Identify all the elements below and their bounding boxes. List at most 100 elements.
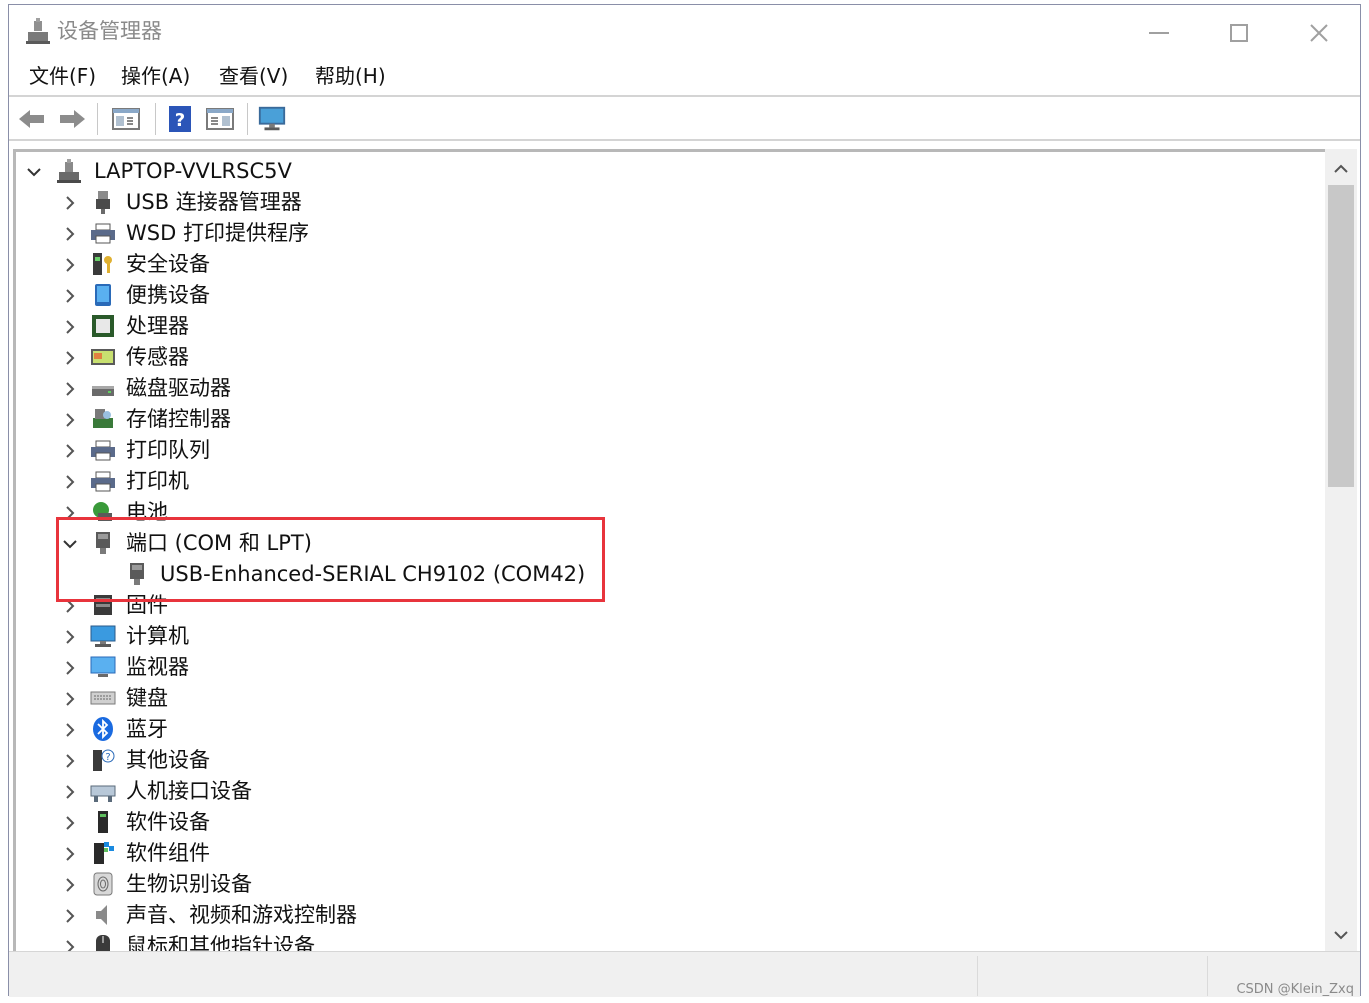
tree-child-item[interactable]: USB-Enhanced-SERIAL CH9102 (COM42) [16, 559, 616, 590]
chevron-right-icon[interactable] [62, 257, 78, 273]
chevron-right-icon[interactable] [62, 660, 78, 676]
chevron-right-icon[interactable] [62, 629, 78, 645]
maximize-icon [1230, 24, 1248, 42]
print-queue-icon [91, 440, 115, 461]
chevron-right-icon[interactable] [62, 598, 78, 614]
tree-item[interactable]: ? 其他设备 [16, 745, 616, 776]
tree-item[interactable]: 声音、视频和游戏控制器 [16, 900, 616, 931]
chevron-right-icon[interactable] [62, 195, 78, 211]
port-icon [96, 532, 110, 554]
bluetooth-icon [93, 717, 113, 741]
minimize-button[interactable] [1129, 13, 1189, 53]
tree-item-label: 安全设备 [126, 252, 210, 276]
chevron-right-icon[interactable] [62, 288, 78, 304]
tree-item-label: 电池 [126, 500, 168, 524]
scroll-thumb[interactable] [1328, 185, 1354, 487]
maximize-button[interactable] [1209, 13, 1269, 53]
help-icon: ? [169, 106, 191, 132]
chevron-right-icon[interactable] [62, 877, 78, 893]
menu-view[interactable]: 查看(V) [219, 63, 288, 89]
vertical-scrollbar[interactable] [1325, 149, 1357, 951]
chevron-right-icon[interactable] [62, 846, 78, 862]
tree-item-label: 固件 [126, 593, 168, 617]
tree-item[interactable]: 键盘 [16, 683, 616, 714]
chevron-down-icon[interactable] [26, 164, 42, 180]
close-button[interactable] [1289, 13, 1349, 53]
help-button[interactable]: ? [165, 105, 195, 133]
window-title: 设备管理器 [57, 19, 162, 43]
chevron-right-icon[interactable] [62, 226, 78, 242]
chevron-right-icon[interactable] [62, 691, 78, 707]
tree-item[interactable]: 便携设备 [16, 280, 616, 311]
toolbar-divider [97, 103, 98, 135]
scroll-down-button[interactable] [1325, 919, 1357, 951]
tree-item[interactable]: 计算机 [16, 621, 616, 652]
console-tree-button[interactable] [111, 105, 141, 133]
hid-icon [90, 785, 116, 802]
tree-item-label: USB 连接器管理器 [126, 190, 302, 214]
chevron-right-icon[interactable] [62, 381, 78, 397]
sound-icon [96, 905, 107, 925]
back-button[interactable] [17, 105, 47, 133]
tree-item[interactable]: 监视器 [16, 652, 616, 683]
tree-item[interactable]: 电池 [16, 497, 616, 528]
tree-item-label: 端口 (COM 和 LPT) [126, 531, 312, 555]
tree-item[interactable]: 存储控制器 [16, 404, 616, 435]
menu-help[interactable]: 帮助(H) [315, 63, 386, 89]
chevron-right-icon[interactable] [62, 319, 78, 335]
chevron-right-icon[interactable] [62, 350, 78, 366]
tree-item-label: 软件组件 [126, 841, 210, 865]
chevron-right-icon[interactable] [62, 505, 78, 521]
tree-item[interactable]: 处理器 [16, 311, 616, 342]
tree-item[interactable]: 人机接口设备 [16, 776, 616, 807]
tree-item[interactable]: 打印机 [16, 466, 616, 497]
tree-item[interactable]: 固件 [16, 590, 616, 621]
chevron-right-icon[interactable] [62, 443, 78, 459]
tree-item-label: 打印机 [126, 469, 189, 493]
software-device-icon [98, 811, 108, 833]
chevron-right-icon[interactable] [62, 753, 78, 769]
biometric-icon [93, 872, 113, 896]
scroll-up-button[interactable] [1325, 153, 1357, 185]
tree-item[interactable]: 打印队列 [16, 435, 616, 466]
properties-pane-button[interactable] [205, 105, 235, 133]
chevron-right-icon[interactable] [62, 412, 78, 428]
tree-item-label: 软件设备 [126, 810, 210, 834]
tree-root[interactable]: LAPTOP-VVLRSC5V [16, 156, 616, 187]
tree-item[interactable]: USB 连接器管理器 [16, 187, 616, 218]
tree-item-ports[interactable]: 端口 (COM 和 LPT) [16, 528, 616, 559]
chevron-right-icon[interactable] [62, 784, 78, 800]
tree-item-label: 计算机 [126, 624, 189, 648]
tree-item[interactable]: 安全设备 [16, 249, 616, 280]
printer-icon [91, 223, 115, 244]
tree-item-label: WSD 打印提供程序 [126, 221, 309, 245]
tree-item-label: 其他设备 [126, 748, 210, 772]
security-device-icon [93, 253, 112, 275]
portable-device-icon [95, 284, 111, 306]
menu-file[interactable]: 文件(F) [29, 63, 96, 89]
chevron-right-icon[interactable] [62, 474, 78, 490]
svg-text:?: ? [105, 752, 110, 763]
tree-item-label: 监视器 [126, 655, 189, 679]
tree-item-label: 处理器 [126, 314, 189, 338]
forward-button[interactable] [57, 105, 87, 133]
tree-item[interactable]: 软件组件 [16, 838, 616, 869]
tree-item-label: 打印队列 [126, 438, 210, 462]
toolbar-divider [247, 103, 248, 135]
tree-item[interactable]: 鼠标和其他指针设备 [16, 931, 616, 951]
tree-item[interactable]: WSD 打印提供程序 [16, 218, 616, 249]
chevron-right-icon[interactable] [62, 722, 78, 738]
chevron-right-icon[interactable] [62, 939, 78, 951]
chevron-right-icon[interactable] [62, 908, 78, 924]
chevron-down-icon[interactable] [62, 536, 78, 552]
scan-hardware-button[interactable] [257, 105, 287, 133]
tree-item[interactable]: 软件设备 [16, 807, 616, 838]
usb-connector-icon [96, 191, 110, 214]
tree-item[interactable]: 磁盘驱动器 [16, 373, 616, 404]
tree-item[interactable]: 生物识别设备 [16, 869, 616, 900]
tree-item[interactable]: 蓝牙 [16, 714, 616, 745]
title-bar: 设备管理器 [9, 5, 1360, 57]
tree-item[interactable]: 传感器 [16, 342, 616, 373]
chevron-right-icon[interactable] [62, 815, 78, 831]
menu-action[interactable]: 操作(A) [121, 63, 190, 89]
